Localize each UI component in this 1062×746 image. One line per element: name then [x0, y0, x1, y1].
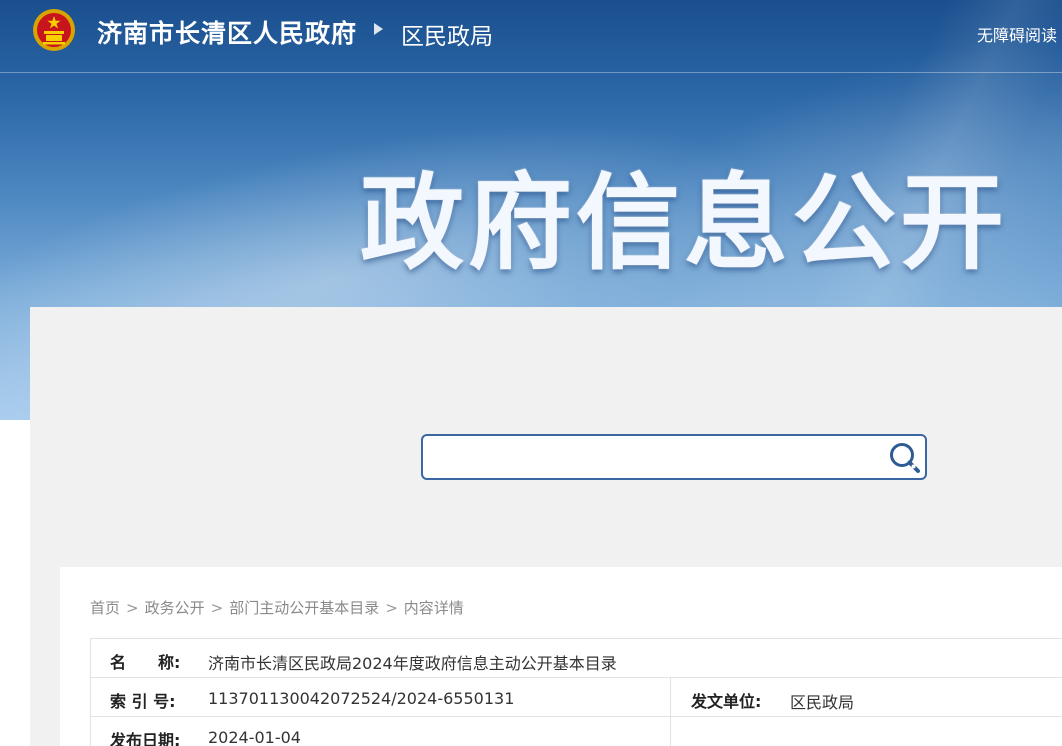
- table-border: [670, 677, 671, 746]
- hero-title: 政府信息公开: [360, 162, 1009, 284]
- issuer-label: 发文单位:: [691, 692, 762, 711]
- search-box[interactable]: [421, 434, 927, 480]
- name-value: 济南市长清区民政局2024年度政府信息主动公开基本目录: [208, 654, 617, 673]
- date-value: 2024-01-04: [208, 728, 301, 746]
- table-border: [90, 638, 91, 746]
- breadcrumb-gov-affairs[interactable]: 政务公开: [145, 599, 205, 617]
- index-value: 113701130042072524/2024-6550131: [208, 689, 515, 708]
- date-label: 发布日期:: [110, 731, 181, 746]
- breadcrumb: 首页 > 政务公开 > 部门主动公开基本目录 > 内容详情: [90, 597, 464, 618]
- breadcrumb-catalog[interactable]: 部门主动公开基本目录: [229, 599, 379, 617]
- header-arrow-icon: [374, 23, 383, 35]
- index-label: 索 引 号:: [110, 692, 176, 711]
- national-emblem-icon[interactable]: [32, 8, 76, 52]
- name-label: 名 称:: [110, 653, 181, 672]
- top-bar: 济南市长清区人民政府 区民政局 无障碍阅读: [0, 0, 1062, 73]
- breadcrumb-home[interactable]: 首页: [90, 599, 120, 617]
- department-title[interactable]: 区民政局: [401, 17, 493, 51]
- breadcrumb-separator: >: [126, 599, 139, 617]
- accessibility-link[interactable]: 无障碍阅读: [977, 22, 1057, 46]
- breadcrumb-current: 内容详情: [403, 599, 464, 617]
- search-input[interactable]: [431, 442, 885, 474]
- breadcrumb-separator: >: [210, 599, 224, 617]
- search-icon[interactable]: [887, 440, 923, 476]
- breadcrumb-separator: >: [385, 599, 398, 617]
- site-title[interactable]: 济南市长清区人民政府: [97, 14, 357, 50]
- issuer-value: 区民政局: [790, 693, 855, 712]
